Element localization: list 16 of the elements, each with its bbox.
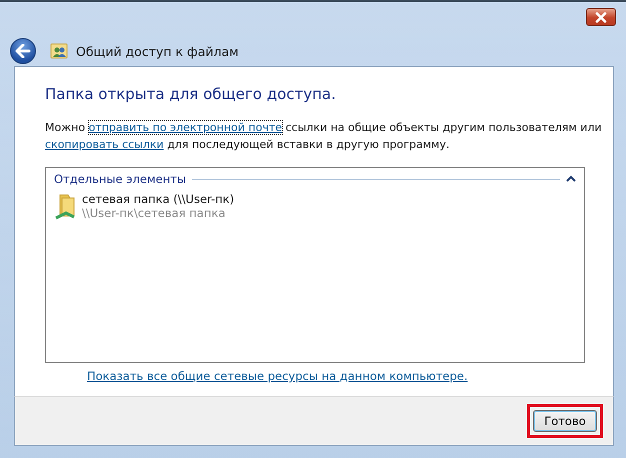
chevron-icon[interactable] <box>566 175 576 183</box>
shared-users-icon <box>50 42 68 60</box>
group-title: Отдельные элементы <box>54 172 186 186</box>
show-all-link[interactable]: Показать все общие сетевые ресурсы на данном компьютере. <box>87 369 468 383</box>
back-button[interactable] <box>10 38 36 64</box>
arrow-left-icon <box>15 44 31 58</box>
folder-name[interactable]: сетевая папка (\\User-пк) <box>82 192 234 206</box>
message-link[interactable]: скопировать ссылки <box>45 138 164 151</box>
folder-path: \\User-пк\сетевая папка <box>82 206 226 220</box>
dialog-heading: Папка открыта для общего доступа. <box>45 85 337 103</box>
message-link[interactable]: отправить по электронной почте <box>88 121 282 134</box>
window-title: Общий доступ к файлам <box>76 44 239 58</box>
done-button[interactable]: Готово <box>533 410 597 432</box>
close-icon <box>594 12 608 22</box>
close-button[interactable] <box>586 8 616 26</box>
share-message: Можно отправить по электронной почте ссылки на общие объекты другим пользователям или скопировать ссылки для последующей вставки в другую программу. <box>45 120 603 153</box>
